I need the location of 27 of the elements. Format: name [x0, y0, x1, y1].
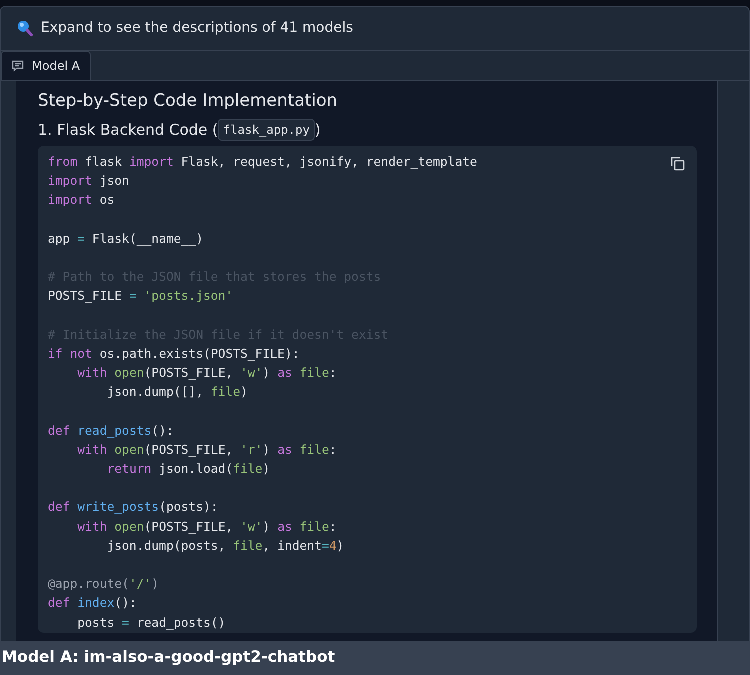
- inline-code: flask_app.py: [218, 118, 315, 141]
- code-line: def read_posts():: [48, 422, 175, 440]
- message-heading: Step-by-Step Code Implementation: [38, 90, 339, 113]
- search-icon: [17, 20, 33, 37]
- code-line: with open(POSTS_FILE, 'w') as file:: [76, 518, 338, 536]
- code-line: @app.route('/'): [48, 576, 160, 594]
- code-line: json.dump([], file): [106, 384, 249, 402]
- code-line: with open(POSTS_FILE, 'r') as file:: [76, 442, 338, 459]
- tab[interactable]: Model A: [1, 51, 92, 80]
- footer-label: Model A: im-also-a-good-gpt2-chatbot: [0, 641, 750, 675]
- code-line: app = Flask(__name__): [48, 230, 204, 248]
- accordion-header[interactable]: Expand to see the descriptions of 41 models: [1, 7, 749, 51]
- code-line: import json: [48, 173, 130, 190]
- code-line: def write_posts(posts):: [48, 499, 220, 516]
- code-line: with open(POSTS_FILE, 'w') as file:: [76, 365, 338, 382]
- code-line: if not os.path.exists(POSTS_FILE):: [48, 346, 301, 363]
- code-line: import os: [48, 192, 116, 210]
- subheading-text: ): [314, 120, 321, 140]
- code-line: posts = read_posts(): [76, 614, 227, 632]
- code-line: def index():: [48, 595, 138, 612]
- code-line: POSTS_FILE = 'posts.json': [48, 288, 234, 306]
- copy-button[interactable]: [671, 157, 685, 171]
- code-line: return json.load(file): [106, 461, 272, 478]
- code-line: from flask import Flask, request, jsonify, render_template: [48, 154, 478, 171]
- code-line: json.dump(posts, file, indent=4): [106, 538, 346, 555]
- chat-icon: [12, 60, 24, 72]
- subheading-text: 1. Flask Backend Code (: [38, 120, 218, 140]
